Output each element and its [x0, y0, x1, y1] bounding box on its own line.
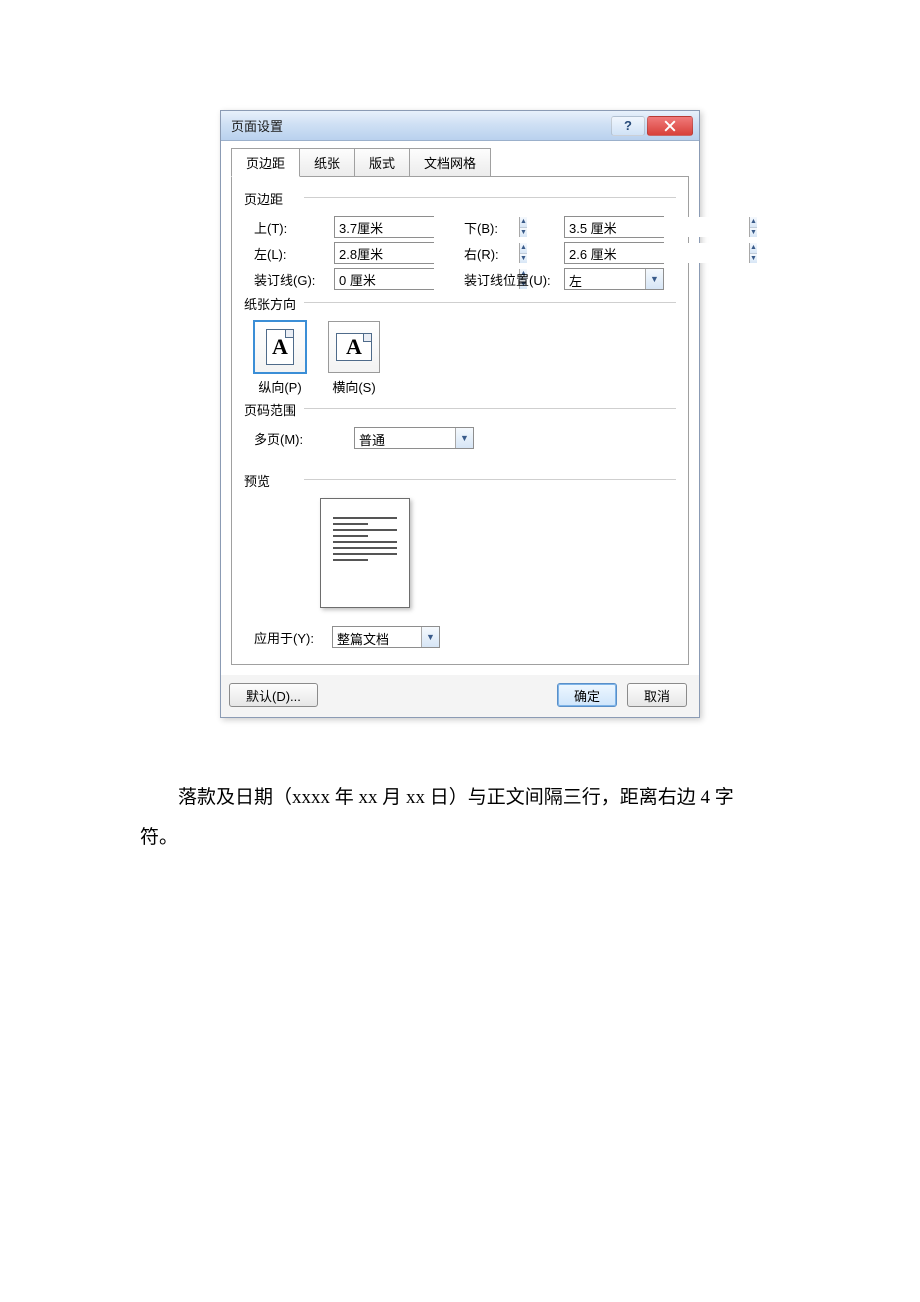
dialog-title: 页面设置	[231, 116, 609, 135]
apply-to-value: 整篇文档	[333, 627, 421, 647]
portrait-label: 纵向(P)	[258, 377, 301, 396]
gutter-pos-label: 装订线位置(U):	[454, 270, 564, 289]
group-margins-label: 页边距	[244, 192, 283, 207]
gutter-pos-value: 左	[565, 269, 645, 289]
right-label: 右(R):	[454, 244, 564, 263]
gutter-pos-select[interactable]: 左 ▼	[564, 268, 664, 290]
close-icon	[664, 120, 676, 132]
apply-to-select[interactable]: 整篇文档 ▼	[332, 626, 440, 648]
tab-layout[interactable]: 版式	[355, 148, 410, 177]
spin-up-icon[interactable]: ▲	[750, 243, 757, 254]
gutter-spinner[interactable]: ▲▼	[334, 268, 434, 290]
landscape-label: 横向(S)	[332, 377, 375, 396]
title-bar[interactable]: 页面设置 ?	[221, 111, 699, 141]
top-label: 上(T):	[244, 218, 334, 237]
right-input[interactable]	[565, 243, 749, 263]
spin-down-icon[interactable]: ▼	[750, 228, 757, 238]
chevron-down-icon[interactable]: ▼	[421, 627, 439, 647]
left-spinner[interactable]: ▲▼	[334, 242, 434, 264]
group-preview-label: 预览	[244, 474, 270, 489]
document-paragraph: 落款及日期（xxxx 年 xx 月 xx 日）与正文间隔三行，距离右边 4 字符…	[140, 778, 740, 858]
group-page-range: 页码范围	[244, 400, 676, 419]
group-orientation-label: 纸张方向	[244, 297, 296, 312]
landscape-page-icon: A	[336, 333, 372, 361]
bottom-spinner[interactable]: ▲▼	[564, 216, 664, 238]
right-spinner[interactable]: ▲▼	[564, 242, 664, 264]
tab-grid[interactable]: 文档网格	[410, 148, 491, 177]
cancel-button[interactable]: 取消	[627, 683, 687, 707]
group-page-range-label: 页码范围	[244, 403, 296, 418]
ok-button[interactable]: 确定	[557, 683, 617, 707]
close-button[interactable]	[647, 116, 693, 136]
top-spinner[interactable]: ▲▼	[334, 216, 434, 238]
orientation-portrait[interactable]: A 纵向(P)	[254, 321, 306, 396]
group-orientation: 纸张方向	[244, 294, 676, 313]
chevron-down-icon[interactable]: ▼	[645, 269, 663, 289]
dialog-footer: 默认(D)... 确定 取消	[221, 675, 699, 717]
multi-page-select[interactable]: 普通 ▼	[354, 427, 474, 449]
group-preview: 预览	[244, 471, 676, 490]
default-button[interactable]: 默认(D)...	[229, 683, 318, 707]
orientation-landscape[interactable]: A 横向(S)	[328, 321, 380, 396]
multi-page-label: 多页(M):	[244, 429, 354, 448]
multi-page-value: 普通	[355, 428, 455, 448]
apply-to-label: 应用于(Y):	[244, 628, 332, 647]
group-margins: 页边距	[244, 189, 676, 208]
bottom-input[interactable]	[565, 217, 749, 237]
left-label: 左(L):	[244, 244, 334, 263]
page-setup-dialog: 页面设置 ? 页边距 纸张 版式 文档网格 页边距 上(T):	[220, 110, 700, 718]
tab-margins[interactable]: 页边距	[231, 148, 300, 177]
chevron-down-icon[interactable]: ▼	[455, 428, 473, 448]
help-button[interactable]: ?	[611, 116, 645, 136]
tab-paper[interactable]: 纸张	[300, 148, 355, 177]
bottom-label: 下(B):	[454, 218, 564, 237]
gutter-label: 装订线(G):	[244, 270, 334, 289]
spin-up-icon[interactable]: ▲	[750, 217, 757, 228]
portrait-page-icon: A	[266, 329, 294, 365]
tab-bar: 页边距 纸张 版式 文档网格	[231, 148, 689, 177]
preview-thumbnail	[320, 498, 410, 608]
spin-down-icon[interactable]: ▼	[750, 254, 757, 264]
tab-panel: 页边距 上(T): ▲▼ 下(B): ▲▼	[231, 176, 689, 665]
